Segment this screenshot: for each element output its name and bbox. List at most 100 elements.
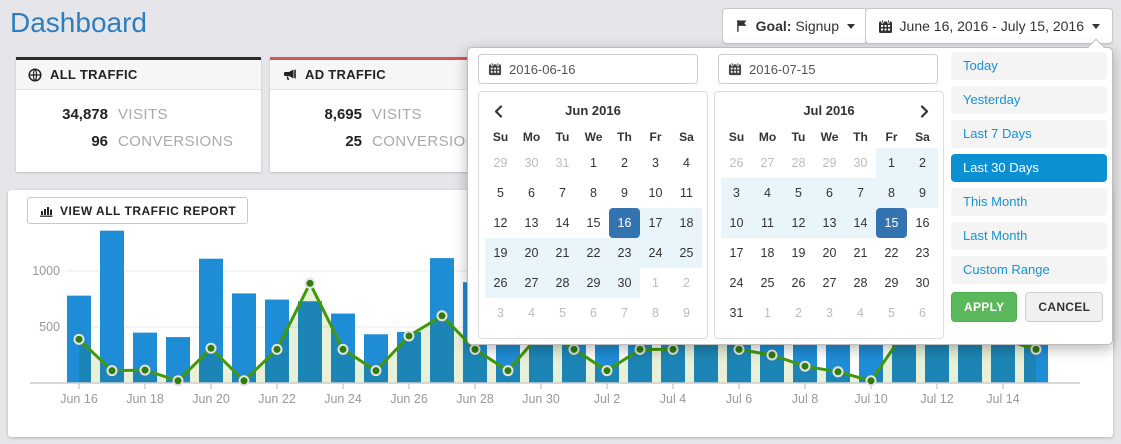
calendar-day[interactable]: 17 bbox=[721, 238, 752, 268]
preset-custom-range[interactable]: Custom Range bbox=[951, 256, 1107, 284]
calendar-day[interactable]: 23 bbox=[907, 238, 938, 268]
line-marker[interactable] bbox=[273, 345, 282, 354]
date-range-button[interactable]: June 16, 2016 - July 15, 2016 bbox=[865, 8, 1113, 44]
calendar-day-selected[interactable]: 16 bbox=[609, 208, 640, 238]
calendar-day[interactable]: 5 bbox=[485, 178, 516, 208]
calendar-day[interactable]: 10 bbox=[721, 208, 752, 238]
calendar-day[interactable]: 1 bbox=[578, 148, 609, 178]
line-marker[interactable] bbox=[504, 366, 513, 375]
calendar-day[interactable]: 20 bbox=[516, 238, 547, 268]
chart-bar[interactable] bbox=[232, 293, 256, 383]
calendar-day[interactable]: 14 bbox=[845, 208, 876, 238]
calendar-day[interactable]: 5 bbox=[547, 298, 578, 328]
calendar-day[interactable]: 29 bbox=[876, 268, 907, 298]
line-marker[interactable] bbox=[867, 376, 876, 385]
start-date-value[interactable] bbox=[509, 62, 669, 77]
calendar-day[interactable]: 28 bbox=[547, 268, 578, 298]
calendar-day[interactable]: 24 bbox=[640, 238, 671, 268]
calendar-day[interactable]: 19 bbox=[783, 238, 814, 268]
apply-button[interactable]: APPLY bbox=[951, 292, 1017, 322]
line-marker[interactable] bbox=[669, 345, 678, 354]
line-marker[interactable] bbox=[636, 345, 645, 354]
calendar-day[interactable]: 29 bbox=[814, 148, 845, 178]
calendar-day[interactable]: 1 bbox=[752, 298, 783, 328]
calendar-day[interactable]: 29 bbox=[485, 148, 516, 178]
calendar-day[interactable]: 12 bbox=[783, 208, 814, 238]
chart-bar[interactable] bbox=[100, 231, 124, 383]
calendar-day[interactable]: 10 bbox=[640, 178, 671, 208]
preset-last-7-days[interactable]: Last 7 Days bbox=[951, 120, 1107, 148]
calendar-day[interactable]: 27 bbox=[814, 268, 845, 298]
calendar-day[interactable]: 24 bbox=[721, 268, 752, 298]
cancel-button[interactable]: CANCEL bbox=[1025, 292, 1103, 322]
calendar-day[interactable]: 2 bbox=[609, 148, 640, 178]
line-marker[interactable] bbox=[768, 351, 777, 360]
calendar-day[interactable]: 12 bbox=[485, 208, 516, 238]
line-marker[interactable] bbox=[207, 344, 216, 353]
calendar-next-icon[interactable] bbox=[913, 98, 935, 124]
line-marker[interactable] bbox=[570, 345, 579, 354]
line-marker[interactable] bbox=[339, 345, 348, 354]
calendar-day[interactable]: 7 bbox=[845, 178, 876, 208]
calendar-day[interactable]: 4 bbox=[845, 298, 876, 328]
calendar-day[interactable]: 4 bbox=[752, 178, 783, 208]
preset-this-month[interactable]: This Month bbox=[951, 188, 1107, 216]
calendar-day[interactable]: 5 bbox=[876, 298, 907, 328]
calendar-day[interactable]: 30 bbox=[907, 268, 938, 298]
start-date-input[interactable] bbox=[478, 54, 698, 84]
calendar-day[interactable]: 27 bbox=[752, 148, 783, 178]
calendar-day[interactable]: 22 bbox=[876, 238, 907, 268]
calendar-day[interactable]: 14 bbox=[547, 208, 578, 238]
calendar-day[interactable]: 7 bbox=[609, 298, 640, 328]
line-marker[interactable] bbox=[834, 367, 843, 376]
calendar-day[interactable]: 3 bbox=[640, 148, 671, 178]
calendar-day[interactable]: 30 bbox=[845, 148, 876, 178]
calendar-day[interactable]: 2 bbox=[671, 268, 702, 298]
calendar-day[interactable]: 6 bbox=[907, 298, 938, 328]
calendar-day[interactable]: 6 bbox=[814, 178, 845, 208]
calendar-day[interactable]: 26 bbox=[485, 268, 516, 298]
line-marker[interactable] bbox=[1032, 345, 1041, 354]
calendar-day[interactable]: 3 bbox=[721, 178, 752, 208]
calendar-day[interactable]: 5 bbox=[783, 178, 814, 208]
calendar-day[interactable]: 27 bbox=[516, 268, 547, 298]
line-marker[interactable] bbox=[306, 279, 315, 288]
calendar-day[interactable]: 1 bbox=[876, 148, 907, 178]
calendar-day[interactable]: 25 bbox=[671, 238, 702, 268]
calendar-day[interactable]: 22 bbox=[578, 238, 609, 268]
calendar-day[interactable]: 9 bbox=[907, 178, 938, 208]
calendar-day[interactable]: 16 bbox=[907, 208, 938, 238]
calendar-day[interactable]: 9 bbox=[609, 178, 640, 208]
calendar-day[interactable]: 6 bbox=[516, 178, 547, 208]
calendar-day[interactable]: 30 bbox=[609, 268, 640, 298]
calendar-day[interactable]: 18 bbox=[752, 238, 783, 268]
calendar-day[interactable]: 28 bbox=[845, 268, 876, 298]
end-date-input[interactable] bbox=[718, 54, 938, 84]
line-marker[interactable] bbox=[405, 331, 414, 340]
calendar-day[interactable]: 18 bbox=[671, 208, 702, 238]
preset-last-month[interactable]: Last Month bbox=[951, 222, 1107, 250]
calendar-day[interactable]: 6 bbox=[578, 298, 609, 328]
preset-last-30-days[interactable]: Last 30 Days bbox=[951, 154, 1107, 182]
calendar-day[interactable]: 11 bbox=[671, 178, 702, 208]
calendar-day[interactable]: 7 bbox=[547, 178, 578, 208]
line-marker[interactable] bbox=[735, 345, 744, 354]
calendar-day[interactable]: 29 bbox=[578, 268, 609, 298]
calendar-day[interactable]: 9 bbox=[671, 298, 702, 328]
line-marker[interactable] bbox=[438, 311, 447, 320]
calendar-day[interactable]: 30 bbox=[516, 148, 547, 178]
calendar-day[interactable]: 17 bbox=[640, 208, 671, 238]
line-marker[interactable] bbox=[372, 366, 381, 375]
calendar-day[interactable]: 8 bbox=[640, 298, 671, 328]
calendar-prev-icon[interactable] bbox=[487, 98, 509, 124]
calendar-day[interactable]: 21 bbox=[845, 238, 876, 268]
preset-yesterday[interactable]: Yesterday bbox=[951, 86, 1107, 114]
calendar-day[interactable]: 19 bbox=[485, 238, 516, 268]
line-marker[interactable] bbox=[603, 366, 612, 375]
calendar-day-selected[interactable]: 15 bbox=[876, 208, 907, 238]
calendar-day[interactable]: 13 bbox=[516, 208, 547, 238]
calendar-day[interactable]: 26 bbox=[721, 148, 752, 178]
calendar-day[interactable]: 4 bbox=[671, 148, 702, 178]
line-marker[interactable] bbox=[240, 376, 249, 385]
view-all-traffic-report-button[interactable]: VIEW ALL TRAFFIC REPORT bbox=[27, 197, 248, 224]
